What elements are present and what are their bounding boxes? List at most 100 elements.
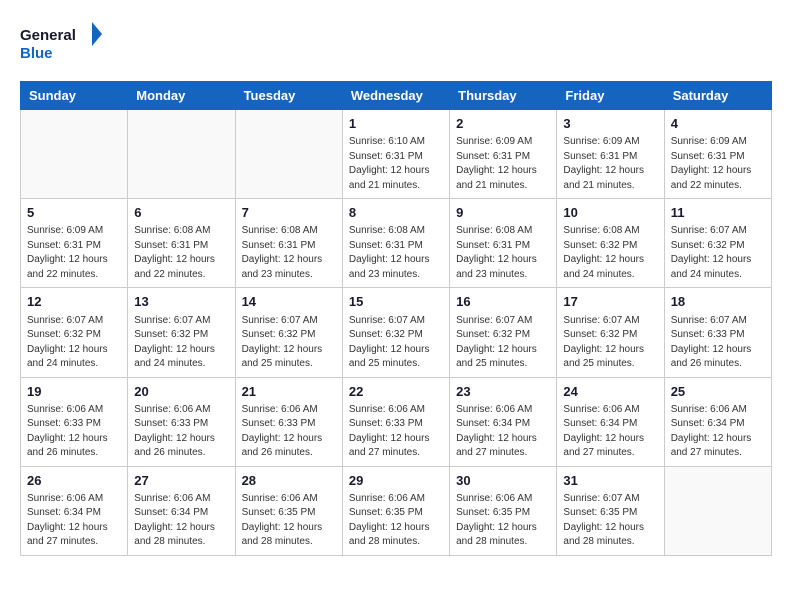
calendar-day-cell: 9 Sunrise: 6:08 AM Sunset: 6:31 PM Daylig…	[450, 199, 557, 288]
day-info: Sunrise: 6:06 AM Sunset: 6:34 PM Dayligh…	[671, 403, 765, 461]
calendar-day-cell: 25 Sunrise: 6:06 AM Sunset: 6:34 PM Dayli…	[664, 377, 771, 466]
day-info: Sunrise: 6:06 AM Sunset: 6:34 PM Dayligh…	[27, 492, 121, 550]
day-info: Sunrise: 6:06 AM Sunset: 6:33 PM Dayligh…	[27, 403, 121, 461]
day-number: 3	[563, 115, 657, 133]
day-info: Sunrise: 6:09 AM Sunset: 6:31 PM Dayligh…	[27, 224, 121, 282]
day-number: 14	[242, 293, 336, 311]
day-info: Sunrise: 6:07 AM Sunset: 6:32 PM Dayligh…	[27, 314, 121, 372]
day-number: 29	[349, 472, 443, 490]
day-number: 9	[456, 204, 550, 222]
day-info: Sunrise: 6:08 AM Sunset: 6:31 PM Dayligh…	[349, 224, 443, 282]
calendar-day-cell: 3 Sunrise: 6:09 AM Sunset: 6:31 PM Daylig…	[557, 110, 664, 199]
weekday-header: Friday	[557, 82, 664, 110]
day-number: 20	[134, 383, 228, 401]
calendar-day-cell: 5 Sunrise: 6:09 AM Sunset: 6:31 PM Daylig…	[21, 199, 128, 288]
day-number: 23	[456, 383, 550, 401]
day-number: 8	[349, 204, 443, 222]
day-info: Sunrise: 6:07 AM Sunset: 6:32 PM Dayligh…	[456, 314, 550, 372]
calendar-week-row: 1 Sunrise: 6:10 AM Sunset: 6:31 PM Daylig…	[21, 110, 772, 199]
calendar-table: SundayMondayTuesdayWednesdayThursdayFrid…	[20, 81, 772, 556]
day-number: 24	[563, 383, 657, 401]
day-info: Sunrise: 6:06 AM Sunset: 6:35 PM Dayligh…	[456, 492, 550, 550]
day-number: 19	[27, 383, 121, 401]
weekday-header: Monday	[128, 82, 235, 110]
weekday-header: Tuesday	[235, 82, 342, 110]
day-info: Sunrise: 6:08 AM Sunset: 6:31 PM Dayligh…	[242, 224, 336, 282]
calendar-day-cell: 23Sunrise: 6:06 AM Sunset: 6:34 PM Dayli…	[450, 377, 557, 466]
day-info: Sunrise: 6:06 AM Sunset: 6:35 PM Dayligh…	[349, 492, 443, 550]
calendar-day-cell: 8 Sunrise: 6:08 AM Sunset: 6:31 PM Daylig…	[342, 199, 449, 288]
weekday-header: Saturday	[664, 82, 771, 110]
day-number: 7	[242, 204, 336, 222]
day-number: 10	[563, 204, 657, 222]
day-number: 12	[27, 293, 121, 311]
day-info: Sunrise: 6:08 AM Sunset: 6:31 PM Dayligh…	[456, 224, 550, 282]
day-number: 11	[671, 204, 765, 222]
day-number: 25	[671, 383, 765, 401]
day-info: Sunrise: 6:08 AM Sunset: 6:32 PM Dayligh…	[563, 224, 657, 282]
calendar-day-cell: 4 Sunrise: 6:09 AM Sunset: 6:31 PM Daylig…	[664, 110, 771, 199]
calendar-week-row: 19 Sunrise: 6:06 AM Sunset: 6:33 PM Dayli…	[21, 377, 772, 466]
calendar-day-cell: 7 Sunrise: 6:08 AM Sunset: 6:31 PM Daylig…	[235, 199, 342, 288]
day-number: 6	[134, 204, 228, 222]
calendar-day-cell: 1 Sunrise: 6:10 AM Sunset: 6:31 PM Daylig…	[342, 110, 449, 199]
weekday-header: Wednesday	[342, 82, 449, 110]
day-number: 27	[134, 472, 228, 490]
day-info: Sunrise: 6:07 AM Sunset: 6:33 PM Dayligh…	[671, 314, 765, 372]
day-info: Sunrise: 6:10 AM Sunset: 6:31 PM Dayligh…	[349, 135, 443, 193]
calendar-day-cell: 16 Sunrise: 6:07 AM Sunset: 6:32 PM Dayli…	[450, 288, 557, 377]
day-number: 18	[671, 293, 765, 311]
calendar-day-cell: 28Sunrise: 6:06 AM Sunset: 6:35 PM Dayli…	[235, 466, 342, 555]
logo: General Blue	[20, 20, 110, 65]
calendar-day-cell: 14 Sunrise: 6:07 AM Sunset: 6:32 PM Dayli…	[235, 288, 342, 377]
day-number: 2	[456, 115, 550, 133]
day-info: Sunrise: 6:06 AM Sunset: 6:35 PM Dayligh…	[242, 492, 336, 550]
day-number: 21	[242, 383, 336, 401]
day-info: Sunrise: 6:06 AM Sunset: 6:33 PM Dayligh…	[134, 403, 228, 461]
day-number: 22	[349, 383, 443, 401]
day-number: 5	[27, 204, 121, 222]
day-number: 30	[456, 472, 550, 490]
calendar-day-cell: 26Sunrise: 6:06 AM Sunset: 6:34 PM Dayli…	[21, 466, 128, 555]
calendar-day-cell: 18 Sunrise: 6:07 AM Sunset: 6:33 PM Dayli…	[664, 288, 771, 377]
day-number: 13	[134, 293, 228, 311]
day-info: Sunrise: 6:09 AM Sunset: 6:31 PM Dayligh…	[671, 135, 765, 193]
calendar-day-cell: 24 Sunrise: 6:06 AM Sunset: 6:34 PM Dayli…	[557, 377, 664, 466]
day-info: Sunrise: 6:07 AM Sunset: 6:32 PM Dayligh…	[349, 314, 443, 372]
day-info: Sunrise: 6:09 AM Sunset: 6:31 PM Dayligh…	[563, 135, 657, 193]
calendar-day-cell: 2Sunrise: 6:09 AM Sunset: 6:31 PM Daylig…	[450, 110, 557, 199]
calendar-header-row: SundayMondayTuesdayWednesdayThursdayFrid…	[21, 82, 772, 110]
day-info: Sunrise: 6:06 AM Sunset: 6:33 PM Dayligh…	[349, 403, 443, 461]
calendar-day-cell: 13 Sunrise: 6:07 AM Sunset: 6:32 PM Dayli…	[128, 288, 235, 377]
day-number: 4	[671, 115, 765, 133]
logo-svg: General Blue	[20, 20, 110, 65]
day-info: Sunrise: 6:07 AM Sunset: 6:32 PM Dayligh…	[242, 314, 336, 372]
svg-text:General: General	[20, 27, 76, 44]
calendar-day-cell: 19 Sunrise: 6:06 AM Sunset: 6:33 PM Dayli…	[21, 377, 128, 466]
day-info: Sunrise: 6:06 AM Sunset: 6:34 PM Dayligh…	[563, 403, 657, 461]
svg-text:Blue: Blue	[20, 45, 53, 62]
day-number: 1	[349, 115, 443, 133]
day-info: Sunrise: 6:08 AM Sunset: 6:31 PM Dayligh…	[134, 224, 228, 282]
calendar-day-cell	[21, 110, 128, 199]
day-info: Sunrise: 6:07 AM Sunset: 6:32 PM Dayligh…	[563, 314, 657, 372]
day-info: Sunrise: 6:06 AM Sunset: 6:34 PM Dayligh…	[134, 492, 228, 550]
day-info: Sunrise: 6:07 AM Sunset: 6:32 PM Dayligh…	[671, 224, 765, 282]
day-number: 15	[349, 293, 443, 311]
day-info: Sunrise: 6:07 AM Sunset: 6:32 PM Dayligh…	[134, 314, 228, 372]
calendar-day-cell: 15 Sunrise: 6:07 AM Sunset: 6:32 PM Dayli…	[342, 288, 449, 377]
calendar-day-cell	[664, 466, 771, 555]
calendar-day-cell: 11 Sunrise: 6:07 AM Sunset: 6:32 PM Dayli…	[664, 199, 771, 288]
weekday-header: Thursday	[450, 82, 557, 110]
calendar-day-cell: 6 Sunrise: 6:08 AM Sunset: 6:31 PM Daylig…	[128, 199, 235, 288]
day-number: 31	[563, 472, 657, 490]
calendar-week-row: 12 Sunrise: 6:07 AM Sunset: 6:32 PM Dayli…	[21, 288, 772, 377]
calendar-day-cell: 29 Sunrise: 6:06 AM Sunset: 6:35 PM Dayli…	[342, 466, 449, 555]
calendar-day-cell	[128, 110, 235, 199]
day-info: Sunrise: 6:07 AM Sunset: 6:35 PM Dayligh…	[563, 492, 657, 550]
calendar-day-cell: 27 Sunrise: 6:06 AM Sunset: 6:34 PM Dayli…	[128, 466, 235, 555]
calendar-week-row: 26Sunrise: 6:06 AM Sunset: 6:34 PM Dayli…	[21, 466, 772, 555]
day-number: 16	[456, 293, 550, 311]
calendar-day-cell: 31 Sunrise: 6:07 AM Sunset: 6:35 PM Dayli…	[557, 466, 664, 555]
calendar-day-cell: 12 Sunrise: 6:07 AM Sunset: 6:32 PM Dayli…	[21, 288, 128, 377]
